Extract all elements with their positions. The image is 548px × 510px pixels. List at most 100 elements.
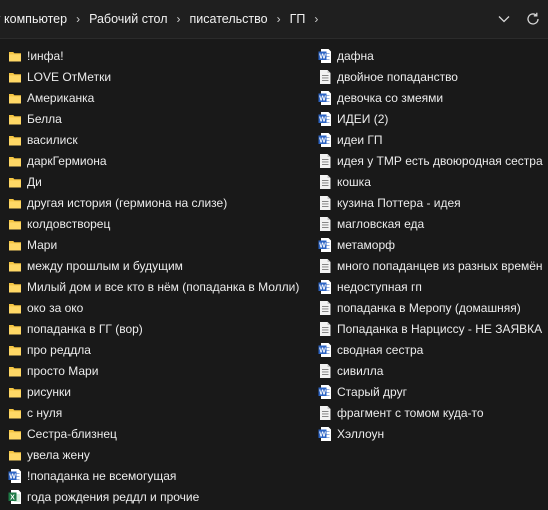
- folder-icon: [8, 447, 22, 463]
- breadcrumb-chevron-icon[interactable]: ›: [76, 12, 80, 26]
- breadcrumb-chevron-icon[interactable]: ›: [177, 12, 181, 26]
- folder-item[interactable]: даркГермиона: [8, 150, 314, 171]
- folder-item[interactable]: Милый дом и все кто в нём (попаданка в М…: [8, 276, 314, 297]
- item-label: кошка: [337, 174, 371, 189]
- file-item[interactable]: Попаданка в Нарциссу - НЕ ЗАЯВКА: [318, 318, 548, 339]
- folder-icon: [8, 195, 22, 211]
- folder-item[interactable]: Белла: [8, 108, 314, 129]
- folder-icon: [8, 237, 22, 253]
- word-document-icon: W: [318, 237, 332, 253]
- folder-item[interactable]: Ди: [8, 171, 314, 192]
- folder-item[interactable]: Сестра-близнец: [8, 423, 314, 444]
- item-label: колдовстворец: [27, 216, 111, 231]
- text-document-icon: [318, 153, 332, 169]
- folder-item[interactable]: увела жену: [8, 444, 314, 465]
- folder-item[interactable]: !инфа!: [8, 45, 314, 66]
- item-label: идея у ТМР есть двоюродная сестра: [337, 153, 543, 168]
- breadcrumb-item-desktop[interactable]: Рабочий стол: [87, 12, 169, 26]
- text-document-icon: [318, 216, 332, 232]
- svg-text:W: W: [319, 431, 326, 438]
- folder-icon: [8, 153, 22, 169]
- item-label: василиск: [27, 132, 78, 147]
- file-column-2: Wдафна двойное попаданство Wдевочка со зме…: [318, 45, 548, 444]
- word-document-icon: W: [318, 426, 332, 442]
- breadcrumb-chevron-icon[interactable]: ›: [314, 12, 318, 26]
- refresh-button[interactable]: [524, 10, 542, 28]
- item-label: с нуля: [27, 405, 63, 420]
- file-item[interactable]: двойное попаданство: [318, 66, 548, 87]
- folder-item[interactable]: другая история (гермиона на слизе): [8, 192, 314, 213]
- word-document-icon: W: [318, 48, 332, 64]
- address-bar[interactable]: г компьютер › Рабочий стол › писательств…: [0, 0, 548, 39]
- file-item[interactable]: кошка: [318, 171, 548, 192]
- item-label: кузина Поттера - идея: [337, 195, 461, 210]
- word-document-icon: W: [318, 279, 332, 295]
- file-item[interactable]: Wдевочка со змеями: [318, 87, 548, 108]
- folder-item[interactable]: Мари: [8, 234, 314, 255]
- file-item[interactable]: много попаданцев из разных времён: [318, 255, 548, 276]
- file-item[interactable]: W Хэллоун: [318, 423, 548, 444]
- file-item[interactable]: фрагмент с томом куда-то: [318, 402, 548, 423]
- folder-item[interactable]: между прошлым и будущим: [8, 255, 314, 276]
- address-history-button[interactable]: [496, 11, 512, 27]
- text-document-icon: [318, 174, 332, 190]
- svg-text:W: W: [319, 389, 326, 396]
- item-label: года рождения реддл и прочие: [27, 489, 200, 504]
- file-item[interactable]: W Старый друг: [318, 381, 548, 402]
- folder-icon: [8, 300, 22, 316]
- file-item[interactable]: попаданка в Меропу (домашняя): [318, 297, 548, 318]
- file-item[interactable]: Wсводная сестра: [318, 339, 548, 360]
- file-item[interactable]: W ИДЕИ (2): [318, 108, 548, 129]
- item-label: Хэллоун: [337, 426, 385, 441]
- breadcrumb-item-computer[interactable]: г компьютер: [0, 12, 69, 26]
- file-item[interactable]: магловская еда: [318, 213, 548, 234]
- word-document-icon: W: [318, 342, 332, 358]
- item-label: идеи ГП: [337, 132, 383, 147]
- text-document-icon: [318, 258, 332, 274]
- file-item[interactable]: W !попаданка не всемогущая: [8, 465, 314, 486]
- folder-item[interactable]: LOVE ОтМетки: [8, 66, 314, 87]
- word-document-icon: W: [318, 132, 332, 148]
- folder-item[interactable]: про реддла: [8, 339, 314, 360]
- breadcrumb-chevron-icon[interactable]: ›: [277, 12, 281, 26]
- folder-icon: [8, 426, 22, 442]
- item-label: сводная сестра: [337, 342, 424, 357]
- folder-item[interactable]: око за око: [8, 297, 314, 318]
- item-label: Американка: [27, 90, 95, 105]
- item-label: попаданка в Меропу (домашняя): [337, 300, 521, 315]
- breadcrumb-item-gp[interactable]: ГП: [288, 12, 308, 26]
- item-label: двойное попаданство: [337, 69, 458, 84]
- folder-item[interactable]: попаданка в ГГ (вор): [8, 318, 314, 339]
- folder-item[interactable]: василиск: [8, 129, 314, 150]
- folder-item[interactable]: Американка: [8, 87, 314, 108]
- item-label: увела жену: [27, 447, 90, 462]
- item-label: между прошлым и будущим: [27, 258, 183, 273]
- file-list: !инфа! LOVE ОтМетки Американка Белла василис…: [0, 38, 548, 510]
- text-document-icon: [318, 363, 332, 379]
- file-item[interactable]: Wметаморф: [318, 234, 548, 255]
- file-item[interactable]: Xгода рождения реддл и прочие: [8, 486, 314, 507]
- folder-item[interactable]: рисунки: [8, 381, 314, 402]
- file-item[interactable]: сивилла: [318, 360, 548, 381]
- svg-text:W: W: [319, 137, 326, 144]
- item-label: про реддла: [27, 342, 91, 357]
- item-label: Попаданка в Нарциссу - НЕ ЗАЯВКА: [337, 321, 543, 336]
- folder-item[interactable]: с нуля: [8, 402, 314, 423]
- item-label: Сестра-близнец: [27, 426, 117, 441]
- folder-item[interactable]: просто Мари: [8, 360, 314, 381]
- folder-icon: [8, 174, 22, 190]
- file-item[interactable]: Wдафна: [318, 45, 548, 66]
- file-item[interactable]: Wнедоступная гп: [318, 276, 548, 297]
- file-item[interactable]: идея у ТМР есть двоюродная сестра: [318, 150, 548, 171]
- item-label: рисунки: [27, 384, 71, 399]
- item-label: много попаданцев из разных времён: [337, 258, 543, 273]
- file-item[interactable]: кузина Поттера - идея: [318, 192, 548, 213]
- file-item[interactable]: Wидеи ГП: [318, 129, 548, 150]
- breadcrumb-item-writing[interactable]: писательство: [188, 12, 270, 26]
- folder-icon: [8, 384, 22, 400]
- folder-item[interactable]: колдовстворец: [8, 213, 314, 234]
- folder-icon: [8, 363, 22, 379]
- folder-icon: [8, 216, 22, 232]
- word-document-icon: W: [318, 384, 332, 400]
- item-label: сивилла: [337, 363, 384, 378]
